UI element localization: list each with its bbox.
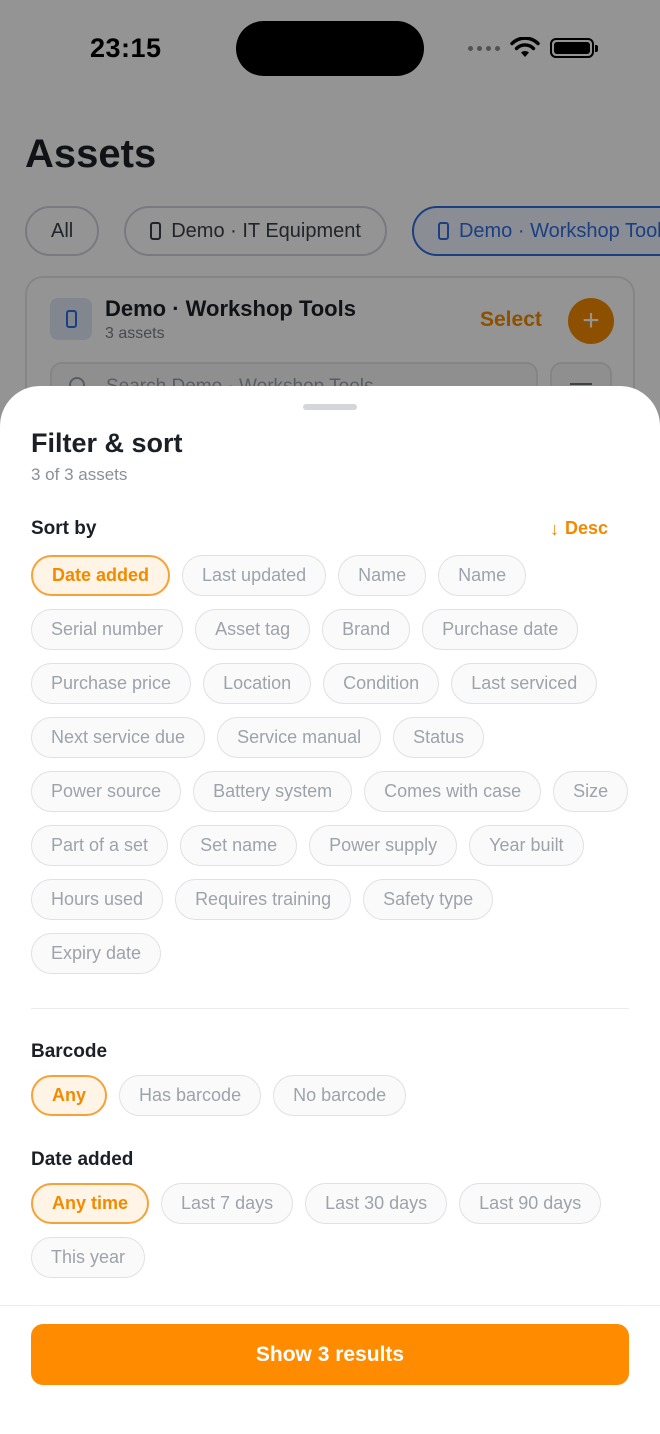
- date-added-chip-this-year[interactable]: This year: [31, 1237, 146, 1278]
- sort-chip-condition[interactable]: Condition: [323, 663, 440, 704]
- sheet-title: Filter & sort: [31, 428, 183, 458]
- sort-chip-next-service-due[interactable]: Next service due: [31, 717, 206, 758]
- sort-chip-expiry-date[interactable]: Expiry date: [31, 933, 162, 974]
- sort-chip-last-updated[interactable]: Last updated: [182, 555, 327, 596]
- sort-chip-size[interactable]: Size: [553, 771, 629, 812]
- sort-chip-brand[interactable]: Brand: [322, 609, 411, 650]
- barcode-chip-no-barcode[interactable]: No barcode: [273, 1075, 407, 1116]
- sort-chip-service-manual[interactable]: Service manual: [217, 717, 382, 758]
- sort-chip-battery-system[interactable]: Battery system: [193, 771, 353, 812]
- sort-chip-name[interactable]: Name: [338, 555, 427, 596]
- sort-chip-date-added[interactable]: Date added: [31, 555, 171, 596]
- sort-chip-purchase-date[interactable]: Purchase date: [422, 609, 579, 650]
- sheet-grabber[interactable]: [303, 404, 357, 410]
- sort-chip-part-of-a-set[interactable]: Part of a set: [31, 825, 169, 866]
- sort-chip-status[interactable]: Status: [393, 717, 485, 758]
- sort-direction-label: Desc: [565, 518, 609, 538]
- barcode-chip-any[interactable]: Any: [31, 1075, 108, 1116]
- arrow-down-icon: ↓: [550, 518, 559, 539]
- sort-chip-requires-training[interactable]: Requires training: [175, 879, 352, 920]
- sort-chip-last-serviced[interactable]: Last serviced: [451, 663, 598, 704]
- sort-chip-serial-number[interactable]: Serial number: [31, 609, 184, 650]
- divider: [31, 1008, 629, 1009]
- sort-chip-purchase-price[interactable]: Purchase price: [31, 663, 192, 704]
- sort-chip-asset-tag[interactable]: Asset tag: [195, 609, 311, 650]
- date-added-label: Date added: [31, 1149, 134, 1170]
- sort-chip-safety-type[interactable]: Safety type: [363, 879, 494, 920]
- footer-divider: [0, 1305, 660, 1306]
- sort-by-label: Sort by: [31, 518, 97, 539]
- sort-chip-location[interactable]: Location: [203, 663, 312, 704]
- barcode-label: Barcode: [31, 1041, 108, 1062]
- results-count: 3 of 3 assets: [31, 465, 128, 484]
- date-added-chip-last-7-days[interactable]: Last 7 days: [161, 1183, 294, 1224]
- barcode-chip-has-barcode[interactable]: Has barcode: [119, 1075, 262, 1116]
- sort-chip-set-name[interactable]: Set name: [180, 825, 298, 866]
- sort-chip-hours-used[interactable]: Hours used: [31, 879, 164, 920]
- sort-options: Date added Last updated Name Name Serial num…: [31, 555, 631, 974]
- date-added-chip-last-90-days[interactable]: Last 90 days: [459, 1183, 602, 1224]
- sort-chip-power-source[interactable]: Power source: [31, 771, 182, 812]
- filter-sort-sheet: Filter & sort 3 of 3 assets Sort by ↓ De…: [0, 386, 660, 1434]
- barcode-options: Any Has barcode No barcode: [31, 1075, 631, 1116]
- date-added-chip-any-time[interactable]: Any time: [31, 1183, 150, 1224]
- sort-direction-toggle[interactable]: ↓ Desc: [550, 518, 608, 539]
- show-results-button[interactable]: Show 3 results: [31, 1324, 629, 1385]
- sort-chip-name[interactable]: Name: [438, 555, 527, 596]
- sort-chip-comes-with-case[interactable]: Comes with case: [364, 771, 542, 812]
- date-added-chip-last-30-days[interactable]: Last 30 days: [305, 1183, 448, 1224]
- date-added-options: Any time Last 7 days Last 30 days Last 90 d…: [31, 1183, 631, 1278]
- sort-chip-power-supply[interactable]: Power supply: [309, 825, 458, 866]
- sort-chip-year-built[interactable]: Year built: [469, 825, 584, 866]
